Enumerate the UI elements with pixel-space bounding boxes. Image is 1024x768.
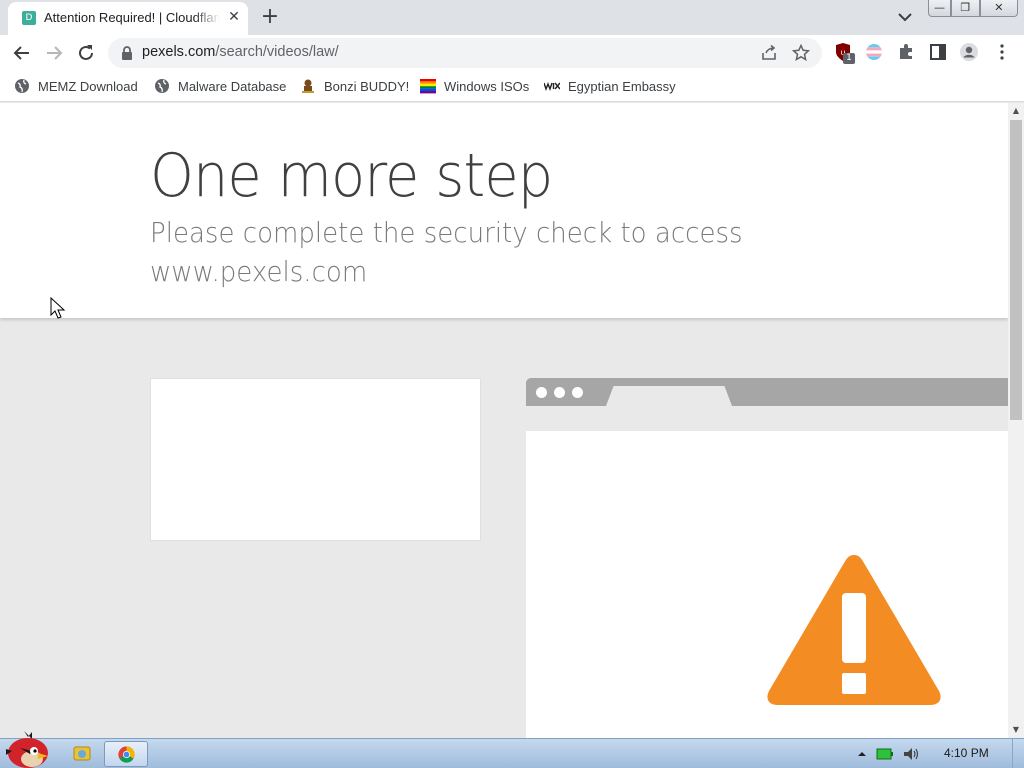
scrollbar-thumb[interactable] — [1010, 120, 1022, 420]
url-domain: pexels.com — [142, 44, 216, 60]
bookmark-bonzi-buddy[interactable]: Bonzi BUDDY! — [300, 76, 409, 96]
bookmark-star-icon[interactable] — [792, 44, 810, 62]
subtitle-line-2: www.pexels.com — [150, 255, 368, 288]
show-desktop-button[interactable] — [1012, 739, 1024, 768]
volume-icon[interactable] — [902, 746, 920, 762]
window-controls: — ❐ ✕ — [928, 0, 1018, 18]
bookmark-label: Egyptian Embassy — [568, 78, 676, 94]
reload-icon[interactable] — [74, 41, 98, 65]
bookmark-malware-database[interactable]: Malware Database — [154, 76, 286, 96]
scroll-up-icon[interactable]: ▲ — [1008, 103, 1024, 119]
extension-badge: 1 — [843, 53, 855, 64]
subtitle-line-1: Please complete the security check to ac… — [150, 216, 743, 249]
bookmark-egyptian-embassy[interactable]: Egyptian Embassy — [544, 76, 676, 96]
header-band: One more step Please complete the securi… — [0, 103, 1008, 318]
system-tray — [856, 739, 920, 768]
browser-tab[interactable]: D Attention Required! | Cloudflare ✕ — [8, 2, 248, 35]
tab-search-icon[interactable] — [896, 10, 914, 24]
tab-title: Attention Required! | Cloudflare — [44, 10, 220, 25]
back-icon[interactable] — [10, 41, 34, 65]
browser-illustration — [526, 378, 1008, 738]
page-content: One more step Please complete the securi… — [0, 103, 1008, 738]
tab-favicon-icon: D — [22, 11, 36, 25]
globe-icon — [15, 79, 29, 93]
globe-icon — [155, 79, 169, 93]
taskbar-explorer-icon[interactable] — [60, 741, 104, 767]
page-title: One more step — [150, 141, 553, 211]
trans-flag-extension-icon[interactable] — [864, 42, 884, 62]
bonzi-icon — [302, 79, 314, 93]
close-window-button[interactable]: ✕ — [979, 0, 1018, 17]
illustration-body — [526, 431, 1008, 738]
side-panel-icon[interactable] — [928, 42, 948, 62]
url-text[interactable]: pexels.com/search/videos/law/ — [142, 44, 339, 60]
illustration-tab — [606, 386, 732, 406]
bookmark-label: Windows ISOs — [444, 78, 530, 94]
wix-icon — [544, 82, 560, 92]
extensions-puzzle-icon[interactable] — [896, 42, 916, 62]
illustration-dot — [536, 387, 547, 398]
bookmark-label: Malware Database — [178, 78, 287, 94]
page-subtitle: Please complete the security check to ac… — [150, 213, 745, 291]
captcha-box[interactable] — [150, 378, 481, 541]
scroll-down-icon[interactable]: ▼ — [1008, 722, 1024, 738]
illustration-dot — [572, 387, 583, 398]
forward-icon[interactable] — [42, 41, 66, 65]
battery-icon[interactable] — [876, 747, 894, 761]
mouse-cursor-icon — [50, 297, 66, 319]
chrome-icon — [118, 746, 135, 763]
tray-overflow-icon[interactable] — [856, 748, 868, 760]
tab-strip: D Attention Required! | Cloudflare ✕ + —… — [0, 0, 1024, 35]
menu-kebab-icon[interactable] — [992, 42, 1012, 62]
start-angry-bird-icon[interactable] — [2, 729, 52, 768]
page-scrollbar[interactable]: ▲ ▼ — [1008, 103, 1024, 738]
illustration-title-bar — [526, 378, 1008, 406]
address-bar[interactable]: pexels.com/search/videos/law/ — [108, 38, 822, 68]
bookmark-label: Bonzi BUDDY! — [324, 78, 410, 94]
taskbar-clock[interactable]: 4:10 PM — [944, 746, 989, 760]
illustration-dot — [554, 387, 565, 398]
share-icon[interactable] — [760, 44, 778, 62]
profile-avatar-icon[interactable] — [959, 42, 979, 62]
minimize-button[interactable]: — — [928, 0, 951, 17]
bookmarks-bar: MEMZ Download Malware Database Bonzi BUD… — [0, 71, 1024, 102]
bookmark-label: MEMZ Download — [38, 78, 138, 94]
bookmark-memz[interactable]: MEMZ Download — [14, 76, 138, 96]
restore-button[interactable]: ❐ — [951, 0, 980, 17]
new-tab-icon[interactable]: + — [258, 6, 282, 30]
bookmark-windows-isos[interactable]: Windows ISOs — [420, 76, 529, 96]
lock-icon[interactable] — [120, 46, 134, 60]
taskbar: 4:10 PM — [0, 731, 1024, 768]
url-path: /search/videos/law/ — [215, 44, 339, 60]
taskbar-chrome-button[interactable] — [104, 741, 148, 767]
close-tab-icon[interactable]: ✕ — [226, 9, 242, 25]
rainbow-flag-icon — [420, 79, 436, 94]
warning-icon — [767, 555, 941, 705]
